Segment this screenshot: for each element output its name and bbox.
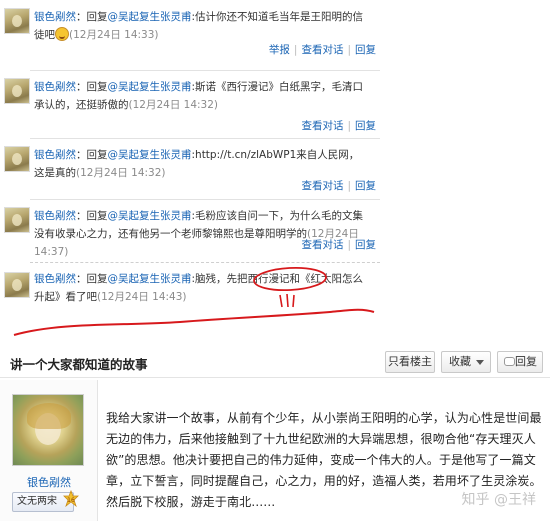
avatar[interactable] (4, 146, 30, 172)
only-op-button[interactable]: 只看楼主 (385, 351, 435, 373)
divider (30, 199, 380, 200)
avatar[interactable] (4, 78, 30, 104)
comment-item: 银色剐然：回复@吴起复生张灵甫:毛粉应该自问一下，为什么毛的文集没有收录心之力，… (0, 199, 380, 258)
favorite-button[interactable]: 收藏 (441, 351, 491, 373)
laugh-emoji-icon (55, 27, 69, 41)
comment-time: (12月24日 14:32) (128, 99, 219, 111)
comment-text: 银色剐然：回复@吴起复生张灵甫:毛粉应该自问一下，为什么毛的文集没有收录心之力，… (34, 210, 364, 258)
avatar[interactable] (4, 8, 30, 34)
comment-text: 银色剐然：回复@吴起复生张灵甫:斯诺《西行漫记》白纸黑字，毛清口承认的，还挺骄傲… (34, 81, 364, 111)
mention-link[interactable]: @吴起复生张灵甫 (108, 210, 192, 222)
view-conversation-link[interactable]: 查看对话 (301, 239, 343, 251)
mention-link[interactable]: @吴起复生张灵甫 (108, 81, 192, 93)
watermark: 知乎 @王祥 (461, 492, 536, 508)
weibo-comment-list: 银色剐然：回复@吴起复生张灵甫:估计你还不知道毛当年是王阳明的信徒吧 (12月24… (0, 0, 550, 340)
avatar[interactable] (4, 207, 30, 233)
comment-text: 银色剐然：回复@吴起复生张灵甫:http://t.cn/zlAbWP1来自人民网… (34, 149, 360, 179)
comment-bubble-icon (504, 357, 515, 366)
mention-link[interactable]: @吴起复生张灵甫 (108, 11, 192, 23)
comment-text: 银色剐然：回复@吴起复生张灵甫:估计你还不知道毛当年是王阳明的信徒吧 (12月24… (34, 11, 364, 41)
mention-link[interactable]: @吴起复生张灵甫 (108, 273, 192, 285)
commenter-name[interactable]: 银色剐然 (34, 11, 76, 23)
forum-thread: 讲一个大家都知道的故事 只看楼主 收藏 回复 银色剐然 文无两宋 16 我给大家… (0, 340, 550, 521)
comment-actions: 查看对话 | 回复 (301, 120, 376, 132)
level-number: 16 (67, 497, 75, 504)
comment-actions: 举报 | 查看对话 | 回复 (268, 44, 376, 56)
level-badge-icon: 16 (63, 490, 79, 508)
comment-time: (12月24日 14:43) (97, 291, 187, 303)
reply-button[interactable]: 回复 (497, 351, 543, 373)
comment-text: 银色剐然：回复@吴起复生张灵甫:脑残，先把西行漫记和《红太阳怎么升起》看了吧(1… (34, 273, 364, 303)
comment-item: 银色剐然：回复@吴起复生张灵甫:斯诺《西行漫记》白纸黑字，毛清口承认的，还挺骄傲… (0, 70, 380, 138)
reply-link[interactable]: 回复 (355, 44, 376, 56)
divider (30, 138, 380, 139)
report-link[interactable]: 举报 (269, 44, 290, 56)
mention-link[interactable]: @吴起复生张灵甫 (108, 149, 192, 161)
author-panel: 银色剐然 文无两宋 16 (0, 380, 98, 521)
reply-link[interactable]: 回复 (355, 180, 376, 192)
comment-item: 银色剐然：回复@吴起复生张灵甫:估计你还不知道毛当年是王阳明的信徒吧 (12月24… (0, 8, 380, 56)
comment-time: (12月24日 14:32) (76, 167, 166, 179)
commenter-name[interactable]: 银色剐然 (34, 210, 76, 222)
author-avatar[interactable] (12, 394, 84, 466)
chevron-down-icon (476, 360, 484, 365)
commenter-name[interactable]: 银色剐然 (34, 273, 76, 285)
thread-header: 讲一个大家都知道的故事 只看楼主 收藏 回复 (0, 348, 550, 378)
reply-link[interactable]: 回复 (355, 239, 376, 251)
view-conversation-link[interactable]: 查看对话 (301, 44, 343, 56)
comment-actions: 查看对话 | 回复 (301, 239, 376, 251)
thread-title: 讲一个大家都知道的故事 (10, 357, 148, 372)
comment-actions: 查看对话 | 回复 (301, 180, 376, 192)
avatar[interactable] (4, 272, 30, 298)
view-conversation-link[interactable]: 查看对话 (301, 180, 343, 192)
divider (30, 262, 380, 263)
commenter-name[interactable]: 银色剐然 (34, 149, 76, 161)
reply-link[interactable]: 回复 (355, 120, 376, 132)
comment-item: 银色剐然：回复@吴起复生张灵甫:http://t.cn/zlAbWP1来自人民网… (0, 138, 380, 196)
commenter-name[interactable]: 银色剐然 (34, 81, 76, 93)
divider (30, 70, 380, 71)
view-conversation-link[interactable]: 查看对话 (301, 120, 343, 132)
author-name[interactable]: 银色剐然 (0, 474, 98, 490)
comment-time: (12月24日 14:33) (69, 29, 159, 41)
comment-item: 银色剐然：回复@吴起复生张灵甫:脑残，先把西行漫记和《红太阳怎么升起》看了吧(1… (0, 262, 380, 316)
